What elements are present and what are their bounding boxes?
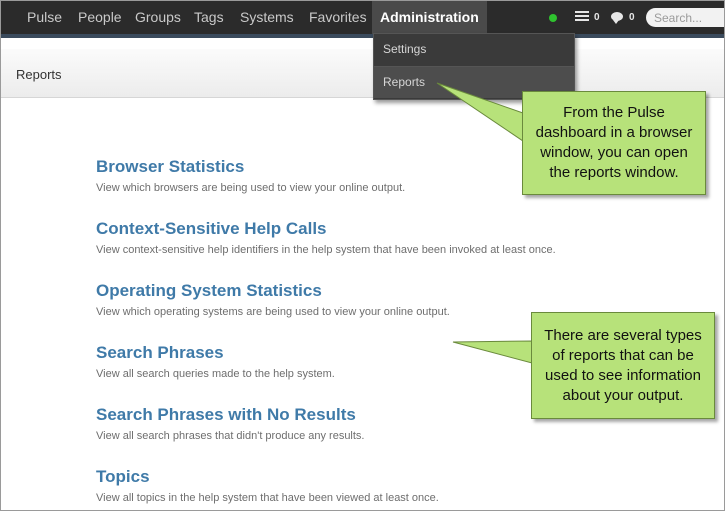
report-description: View which operating systems are being u…: [96, 306, 450, 318]
report-link-browser-statistics[interactable]: Browser Statistics: [96, 157, 405, 177]
nav-systems[interactable]: Systems: [240, 1, 294, 34]
report-item: Operating System Statistics View which o…: [96, 281, 450, 318]
nav-favorites[interactable]: Favorites: [309, 1, 367, 34]
page-title: Reports: [16, 67, 62, 82]
nav-groups[interactable]: Groups: [135, 1, 181, 34]
nav-tags[interactable]: Tags: [194, 1, 224, 34]
report-link-operating-system-statistics[interactable]: Operating System Statistics: [96, 281, 450, 301]
app-window: Pulse People Groups Tags Systems Favorit…: [0, 0, 725, 511]
activity-list-icon[interactable]: [575, 11, 589, 23]
report-item: Context-Sensitive Help Calls View contex…: [96, 219, 556, 256]
topbar-accent-strip: [1, 34, 724, 38]
callout-pointer-report-list: [452, 340, 533, 364]
report-item: Browser Statistics View which browsers a…: [96, 157, 405, 194]
callout-open-reports: From the Pulse dashboard in a browser wi…: [522, 91, 706, 195]
report-item: Search Phrases with No Results View all …: [96, 405, 365, 442]
report-description: View all search phrases that didn't prod…: [96, 430, 365, 442]
activity-count: 0: [594, 12, 600, 23]
report-link-search-phrases-no-results[interactable]: Search Phrases with No Results: [96, 405, 365, 425]
report-item: Topics View all topics in the help syste…: [96, 467, 439, 504]
administration-dropdown-menu: Settings Reports: [373, 33, 575, 100]
report-description: View context-sensitive help identifiers …: [96, 244, 556, 256]
report-link-context-sensitive-help-calls[interactable]: Context-Sensitive Help Calls: [96, 219, 556, 239]
search-input[interactable]: [646, 8, 724, 27]
report-link-search-phrases[interactable]: Search Phrases: [96, 343, 335, 363]
report-description: View which browsers are being used to vi…: [96, 182, 406, 194]
nav-administration[interactable]: Administration: [372, 1, 487, 34]
report-description: View all topics in the help system that …: [96, 492, 439, 504]
chat-count: 0: [629, 12, 635, 23]
nav-pulse[interactable]: Pulse: [27, 1, 62, 34]
report-link-topics[interactable]: Topics: [96, 467, 439, 487]
chat-bubble-icon[interactable]: [611, 12, 623, 24]
report-item: Search Phrases View all search queries m…: [96, 343, 335, 380]
callout-report-types: There are several types of reports that …: [531, 312, 715, 419]
online-status-icon: [549, 14, 557, 22]
report-description: View all search queries made to the help…: [96, 368, 335, 380]
nav-people[interactable]: People: [78, 1, 122, 34]
menu-item-settings[interactable]: Settings: [374, 34, 574, 65]
